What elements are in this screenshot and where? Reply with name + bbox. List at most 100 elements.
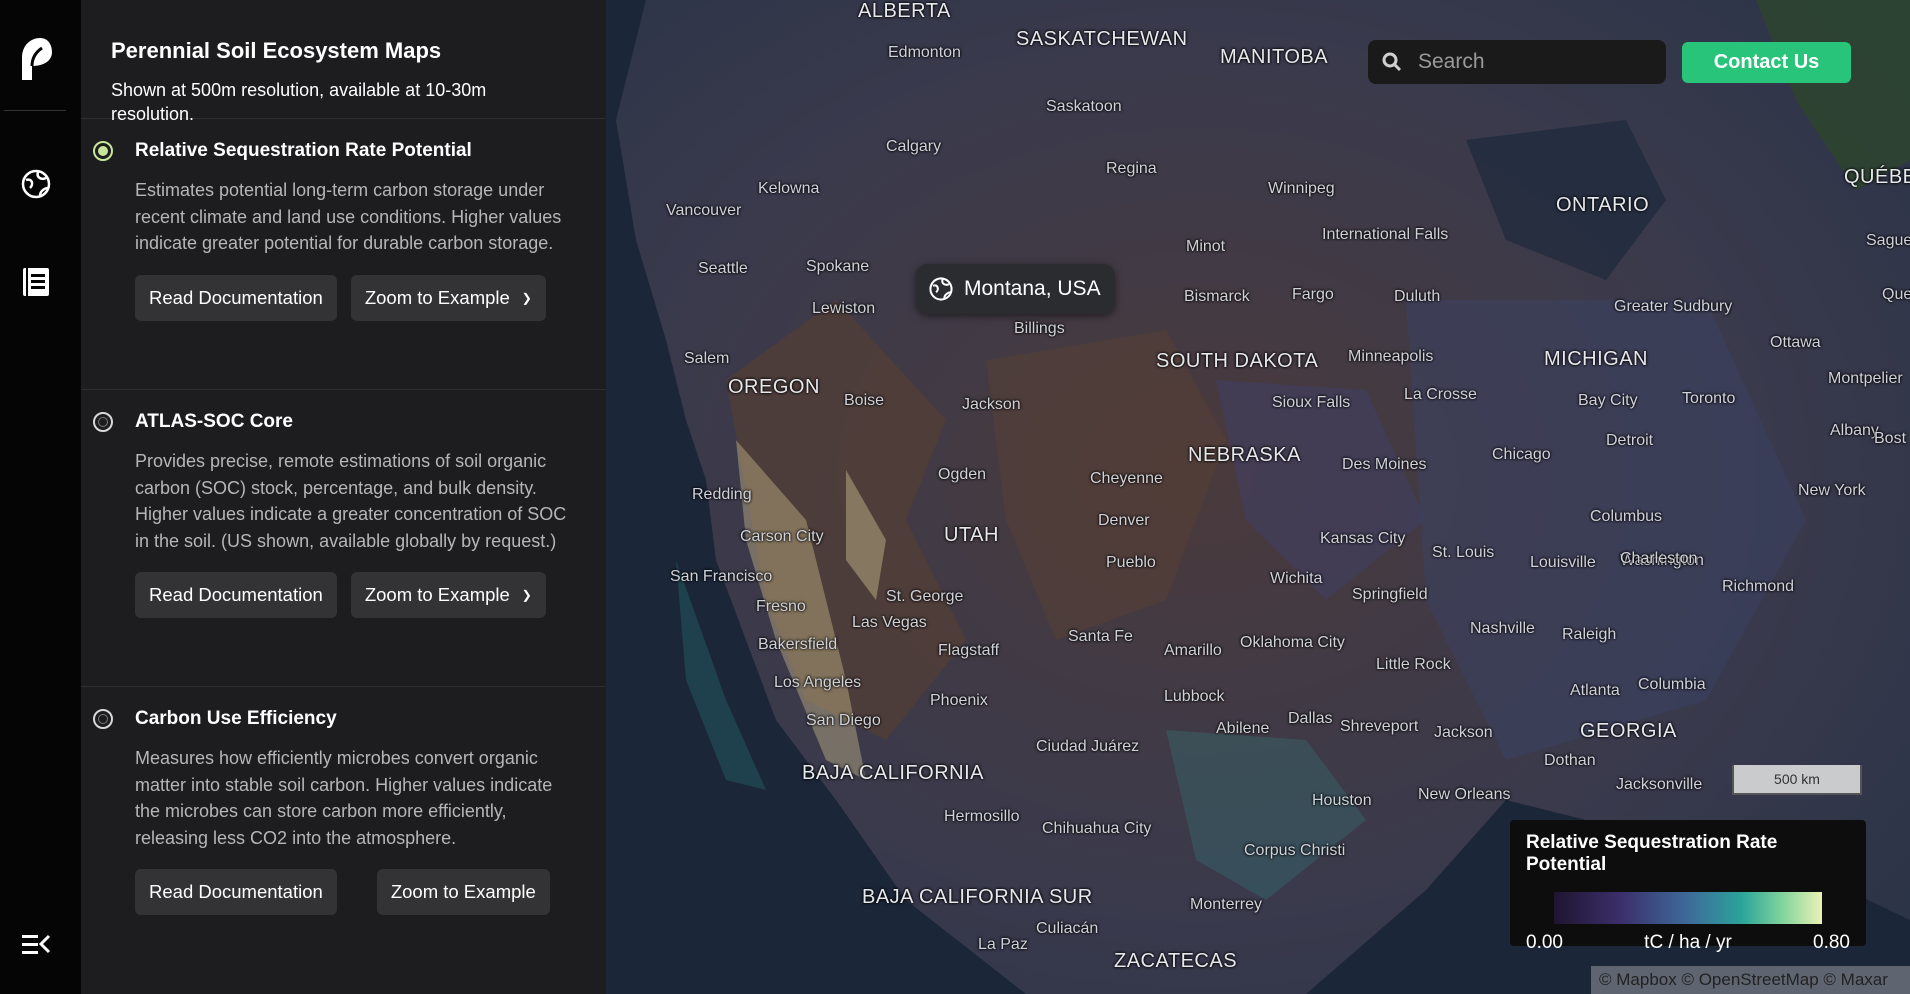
city-label: Montpelier [1828, 370, 1903, 387]
search-icon [1382, 52, 1402, 72]
city-label: Ciudad Juárez [1036, 738, 1140, 755]
collapse-menu-icon[interactable] [18, 926, 54, 962]
city-label: Chihuahua City [1042, 820, 1152, 837]
city-label: Chicago [1492, 446, 1551, 463]
layer-radio-sequestration[interactable] [93, 141, 113, 161]
city-label: Monterrey [1190, 896, 1263, 913]
search-input[interactable] [1416, 49, 1640, 75]
city-label: New York [1798, 482, 1866, 499]
city-label: Cheyenne [1090, 470, 1163, 487]
globe-icon[interactable] [18, 166, 54, 202]
region-label: QUÉBE [1844, 166, 1910, 188]
document-icon[interactable] [18, 264, 54, 300]
city-label: Raleigh [1562, 626, 1617, 643]
city-label: Corpus Christi [1244, 842, 1346, 859]
map-legend: Relative Sequestration Rate Potential 0.… [1510, 820, 1866, 953]
region-label: SOUTH DAKOTA [1156, 350, 1319, 372]
city-label: Fargo [1292, 286, 1334, 303]
leaf-logo-icon[interactable] [18, 36, 54, 84]
city-label: Edmonton [888, 44, 961, 61]
city-label: Vancouver [666, 202, 742, 219]
city-label: Redding [692, 486, 752, 503]
panel-title: Perennial Soil Ecosystem Maps [111, 38, 442, 63]
city-label: Oklahoma City [1240, 634, 1345, 651]
city-label: St. Louis [1432, 544, 1495, 561]
city-label: Detroit [1606, 432, 1654, 449]
globe-icon [929, 277, 953, 301]
city-label: Los Angeles [774, 674, 862, 691]
layer-item-carbon-use-efficiency: Carbon Use Efficiency Measures how effic… [81, 687, 606, 987]
city-label: Santa Fe [1068, 628, 1133, 645]
zoom-to-example-dropdown[interactable]: Zoom to Example ❯ [350, 274, 546, 321]
city-label: Toronto [1682, 390, 1736, 407]
map-attribution[interactable]: © Mapbox © OpenStreetMap © Maxar [1591, 966, 1910, 994]
rail-divider [4, 110, 66, 111]
legend-min: 0.00 [1526, 932, 1563, 953]
city-label: Albany [1830, 422, 1879, 439]
city-label: Billings [1014, 320, 1065, 337]
city-label: Springfield [1352, 586, 1428, 603]
city-label: Minot [1186, 238, 1226, 255]
city-label: Bismarck [1184, 288, 1250, 305]
city-label: Kansas City [1320, 530, 1406, 547]
button-label: Zoom to Example [390, 881, 536, 902]
city-label: Nashville [1470, 620, 1535, 637]
zoom-to-example-dropdown[interactable]: Zoom to Example ❯ [350, 572, 546, 618]
city-label: San Diego [806, 712, 881, 729]
city-label: Queb [1882, 286, 1910, 303]
city-label: Amarillo [1164, 642, 1222, 659]
zoom-to-example-button[interactable]: Zoom to Example [376, 869, 550, 915]
city-label: Hermosillo [944, 808, 1020, 825]
layers-panel: Perennial Soil Ecosystem Maps Shown at 5… [81, 0, 606, 994]
contact-us-button[interactable]: Contact Us [1682, 42, 1851, 83]
city-label: Bost [1874, 430, 1907, 447]
layer-radio-carbon-use-efficiency[interactable] [93, 709, 113, 729]
city-label: Carson City [740, 528, 824, 545]
city-label: Fresno [756, 598, 806, 615]
legend-color-ramp [1554, 892, 1822, 924]
city-label: Culiacán [1036, 920, 1099, 937]
location-label: Montana, USA [964, 277, 1101, 300]
read-documentation-button[interactable]: Read Documentation [135, 274, 337, 321]
region-label: ONTARIO [1556, 194, 1650, 216]
region-label: BAJA CALIFORNIA SUR [862, 886, 1093, 908]
panel-header: Perennial Soil Ecosystem Maps Shown at 5… [81, 0, 606, 124]
city-label: International Falls [1322, 226, 1449, 243]
region-label: SASKATCHEWAN [1016, 28, 1188, 50]
button-label: Zoom to Example [364, 584, 510, 605]
read-documentation-button[interactable]: Read Documentation [135, 869, 337, 915]
chevron-down-icon: ❯ [521, 588, 532, 602]
city-label: Phoenix [930, 692, 988, 709]
city-label: Boise [844, 392, 885, 409]
region-label: NEBRASKA [1188, 444, 1301, 466]
layer-item-sequestration: Relative Sequestration Rate Potential Es… [81, 119, 606, 390]
city-label: Atlanta [1570, 682, 1620, 699]
city-label: La Paz [978, 936, 1028, 953]
city-label: Minneapolis [1348, 348, 1434, 365]
layer-description: Measures how efficiently microbes conver… [135, 748, 553, 848]
city-label: Abilene [1216, 720, 1270, 737]
city-label: Dallas [1288, 710, 1333, 727]
city-label: Jacksonville [1616, 776, 1703, 793]
location-pin[interactable]: Montana, USA [916, 264, 1115, 314]
legend-max: 0.80 [1813, 932, 1850, 953]
legend-unit: tC / ha / yr [1644, 932, 1732, 953]
region-label: MICHIGAN [1544, 348, 1648, 370]
city-label: Pueblo [1106, 554, 1156, 571]
button-label: Read Documentation [149, 584, 323, 605]
layer-radio-atlas-soc[interactable] [93, 412, 113, 432]
search-box[interactable] [1368, 40, 1666, 84]
city-label: Denver [1098, 512, 1150, 529]
city-label: Lubbock [1164, 688, 1225, 705]
city-label: Richmond [1722, 578, 1795, 595]
city-label: Lewiston [812, 300, 876, 317]
layer-item-atlas-soc: ATLAS-SOC Core Provides precise, remote … [81, 390, 606, 687]
chevron-down-icon: ❯ [521, 290, 532, 305]
city-label: La Crosse [1404, 386, 1477, 403]
region-label: ALBERTA [858, 0, 951, 22]
map-canvas[interactable]: ALBERTA SASKATCHEWAN MANITOBA ONTARIO QU… [606, 0, 1910, 994]
read-documentation-button[interactable]: Read Documentation [135, 572, 337, 618]
city-label: Ottawa [1770, 334, 1821, 351]
city-label: Greater Sudbury [1614, 298, 1733, 315]
city-label: Charleston [1620, 550, 1698, 567]
